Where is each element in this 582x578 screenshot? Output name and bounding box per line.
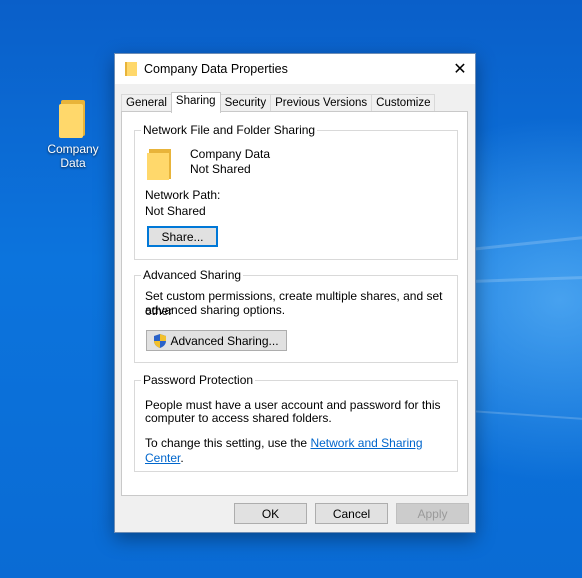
folder-share-status: Not Shared xyxy=(190,162,251,176)
close-icon: ✕ xyxy=(453,61,467,78)
change-setting-suffix: . xyxy=(180,451,184,465)
network-path-label: Network Path: xyxy=(145,188,221,202)
folder-icon xyxy=(125,62,137,76)
desktop-icon-company-data[interactable]: Company Data xyxy=(40,98,106,170)
advanced-description-line2: advanced sharing options. xyxy=(145,303,286,317)
group-title: Advanced Sharing xyxy=(141,268,244,282)
title-bar[interactable]: Company Data Properties ✕ xyxy=(115,54,475,84)
uac-shield-icon xyxy=(154,333,167,348)
group-title: Password Protection xyxy=(141,373,256,387)
network-sharing-group: Network File and Folder Sharing Company … xyxy=(134,123,458,260)
properties-dialog: Company Data Properties ✕ General Sharin… xyxy=(114,53,476,533)
cancel-button[interactable]: Cancel xyxy=(315,503,388,524)
change-setting-prefix: To change this setting, use the xyxy=(145,436,311,450)
group-title: Network File and Folder Sharing xyxy=(141,123,318,137)
change-setting-text: To change this setting, use the Network … xyxy=(145,436,457,466)
folder-icon xyxy=(59,98,87,138)
apply-button[interactable]: Apply xyxy=(396,503,469,524)
desktop-icon-label-line2: Data xyxy=(60,156,86,170)
password-protection-group: Password Protection People must have a u… xyxy=(134,373,458,472)
folder-name: Company Data xyxy=(190,147,271,161)
wallpaper-light-beam xyxy=(470,275,582,283)
password-description-line2: computer to access shared folders. xyxy=(145,411,332,425)
advanced-sharing-group: Advanced Sharing Set custom permissions,… xyxy=(134,268,458,363)
wallpaper-light-beam xyxy=(470,233,582,251)
ok-button[interactable]: OK xyxy=(234,503,307,524)
close-button[interactable]: ✕ xyxy=(445,54,475,84)
tab-bar: General Sharing Security Previous Versio… xyxy=(121,92,436,113)
sharing-panel: Network File and Folder Sharing Company … xyxy=(121,111,468,496)
desktop-icon-label-line1: Company xyxy=(47,142,99,156)
folder-icon xyxy=(145,147,175,180)
tab-sharing[interactable]: Sharing xyxy=(170,92,221,113)
advanced-sharing-button[interactable]: Advanced Sharing... xyxy=(146,330,287,351)
window-title: Company Data Properties xyxy=(144,62,288,76)
share-button[interactable]: Share... xyxy=(147,226,218,247)
network-path-value: Not Shared xyxy=(145,204,206,218)
advanced-sharing-button-label: Advanced Sharing... xyxy=(170,333,279,348)
desktop-icon-label: Company Data xyxy=(40,142,106,170)
wallpaper-light-beam xyxy=(469,410,582,422)
